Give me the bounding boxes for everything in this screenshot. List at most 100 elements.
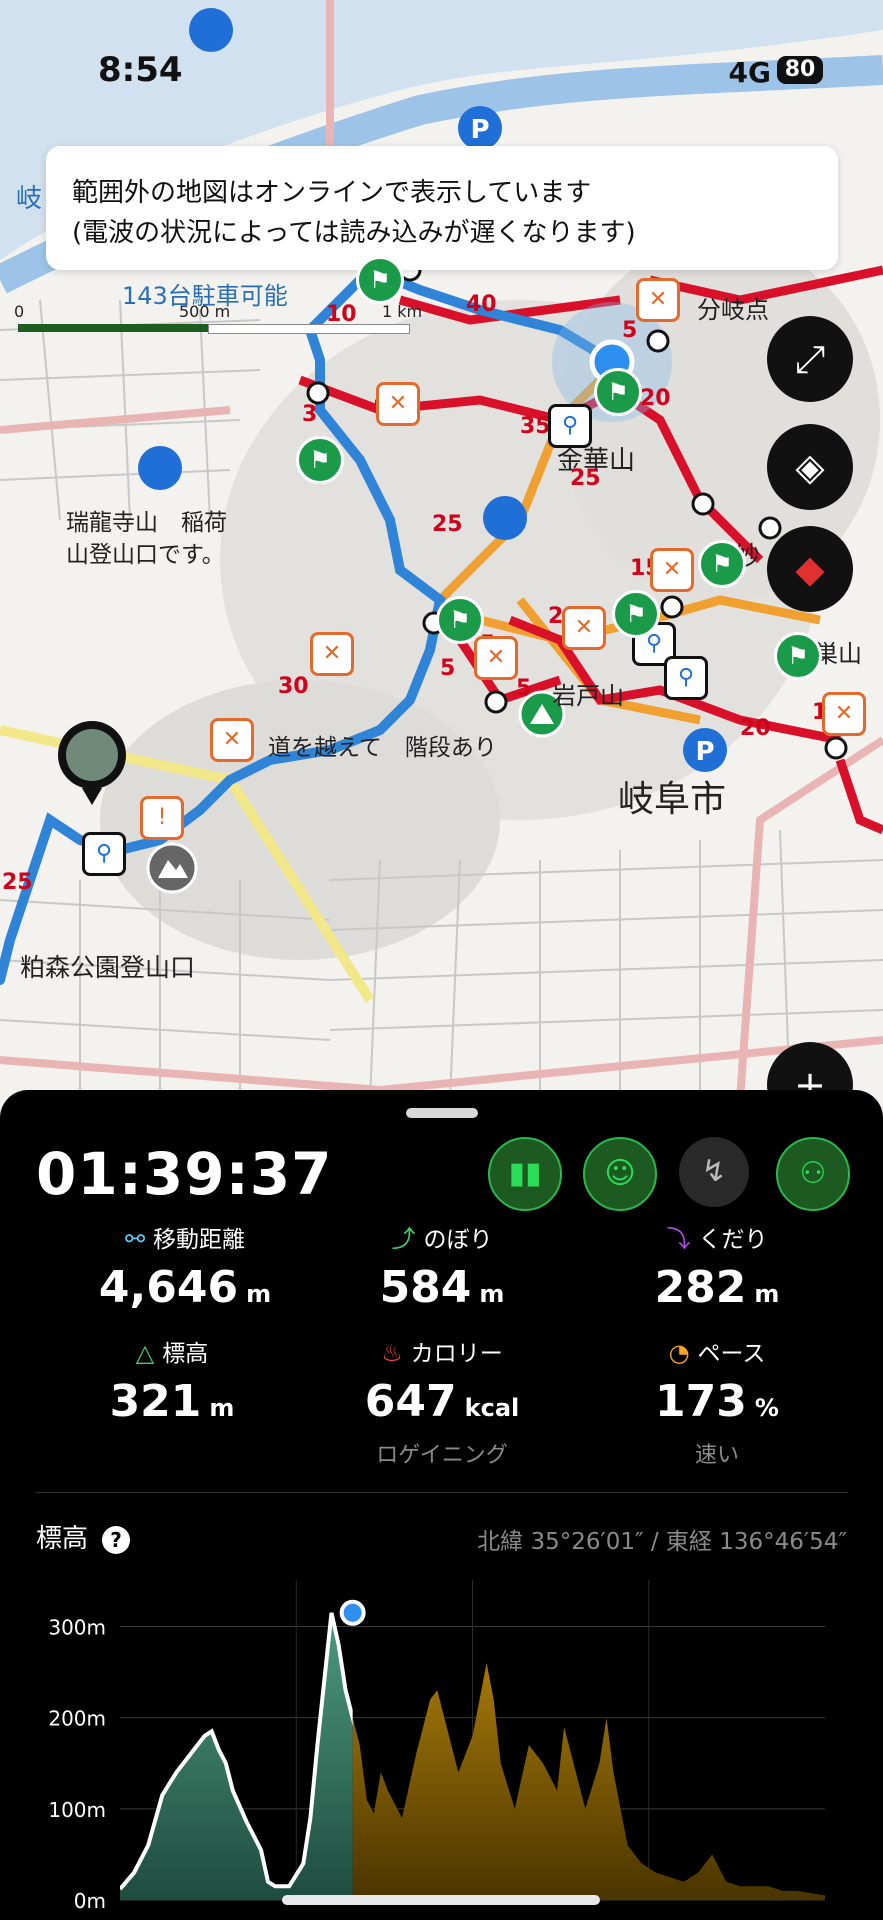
elapsed-time: 01:39:37 — [36, 1140, 333, 1208]
layers-button[interactable]: ◈ — [767, 424, 853, 510]
stat-unit: m — [754, 1280, 780, 1308]
scale-end: 1 km — [382, 302, 423, 321]
group-icon: ⚇ — [799, 1156, 827, 1191]
stat-label: 移動距離 — [153, 1227, 246, 1253]
route-number: 30 — [278, 674, 309, 699]
activity-type: ロゲイニング — [376, 1443, 508, 1468]
stat-unit: % — [754, 1394, 779, 1422]
stat-unit: m — [479, 1280, 505, 1308]
layers-icon: ◈ — [795, 445, 825, 489]
svg-text:P: P — [470, 115, 489, 145]
trail-sign-icon[interactable]: ✕ — [376, 382, 420, 426]
route-number: 25 — [2, 870, 33, 895]
current-coordinates: 北緯 35°26′01″ / 東経 136°46′54″ — [477, 1529, 847, 1555]
trail-sign-icon[interactable]: ✕ — [210, 718, 254, 762]
compass-button[interactable]: ◆ — [767, 526, 853, 612]
route-number: 5 — [622, 318, 638, 343]
speedometer-icon: ◔ — [668, 1339, 690, 1367]
map-label-parking: 143台駐車可能 — [122, 282, 288, 310]
hiker-icon[interactable]: ⚑ — [774, 632, 822, 680]
stat-distance: ⚯ 移動距離 4,646 m — [40, 1222, 330, 1313]
mountain-icon: △ — [135, 1339, 155, 1367]
stat-label: ペース — [697, 1341, 766, 1367]
stat-unit: m — [246, 1280, 272, 1308]
stat-value: 584 — [379, 1262, 472, 1313]
compass-icon: ◆ — [795, 547, 825, 591]
stat-calories: ♨ カロリー 647 kcal ロゲイニング — [297, 1336, 587, 1469]
route-number: 25 — [432, 512, 463, 537]
status-bar: 8:54 4G 80 — [0, 48, 883, 98]
caution-icon[interactable]: ! — [140, 796, 184, 840]
map-label-branch: 分岐点 — [697, 296, 769, 324]
hiker-icon[interactable]: ⚑ — [594, 368, 642, 416]
map-label-zuiryu-2: 山登山口です。 — [66, 542, 225, 568]
section-divider — [36, 1492, 848, 1493]
stat-value: 4,646 — [98, 1262, 239, 1313]
y-tick-label: 0m — [74, 1889, 106, 1913]
stat-unit: m — [209, 1394, 235, 1422]
restroom-icon[interactable]: ⚲ — [548, 404, 592, 448]
map-label-gi: 岐 — [16, 184, 43, 214]
battery-indicator: 80 — [777, 56, 823, 84]
pace-rating: 速い — [694, 1443, 739, 1468]
ascent-icon: ⤴ — [391, 1225, 416, 1253]
route-number: 5 — [440, 656, 456, 681]
descent-icon: ⤵ — [666, 1225, 691, 1253]
restroom-icon[interactable]: ⚲ — [664, 656, 708, 700]
offline-map-banner: 範囲外の地図はオンラインで表示しています (電波の状況によっては読み込みが遅くな… — [46, 146, 838, 270]
hiker-icon[interactable]: ⚑ — [436, 596, 484, 644]
group-button[interactable]: ⚇ — [776, 1137, 850, 1211]
drag-handle[interactable] — [406, 1108, 478, 1118]
map-label-gifu-city: 岐阜市 — [618, 779, 727, 820]
status-time: 8:54 — [98, 50, 183, 90]
trail-sign-icon[interactable]: ✕ — [310, 632, 354, 676]
scale-bar-light — [208, 324, 410, 334]
y-tick-label: 100m — [48, 1798, 106, 1822]
expand-map-button[interactable]: ⤢ — [767, 316, 853, 402]
stat-pace: ◔ ペース 173% 速い — [572, 1336, 862, 1469]
checkpoint-icon: ☺ — [604, 1156, 636, 1191]
elevation-title-text: 標高 — [36, 1524, 89, 1554]
activity-panel: 01:39:37 ▮▮ ☺ ↯ ⚇ ⚯ 移動距離 4,646 m ⤴ のぼり 584 m… — [0, 1090, 883, 1920]
elevation-chart[interactable]: 300m 200m 100m 0m — [0, 1560, 883, 1920]
route-number: 5 — [516, 676, 532, 701]
hiker-icon[interactable]: ⚑ — [698, 540, 746, 588]
stat-descent: ⤵ くだり 282 m — [572, 1222, 862, 1313]
svg-text:P: P — [695, 737, 714, 767]
network-indicator: 4G — [728, 56, 771, 89]
scale-bar-dark — [18, 324, 208, 332]
current-position-marker — [339, 1599, 366, 1626]
stat-unit: kcal — [464, 1394, 520, 1422]
map-label-kashimori: 粕森公園登山口 — [20, 953, 196, 982]
map-label-iwato: 岩戸山 — [552, 682, 624, 710]
route-number: 20 — [740, 716, 771, 741]
trail-sign-icon[interactable]: ✕ — [822, 692, 866, 736]
hiker-icon[interactable]: ⚑ — [296, 436, 344, 484]
route-button[interactable]: ↯ — [679, 1137, 749, 1207]
hiker-icon[interactable]: ⚑ — [356, 256, 404, 304]
trail-sign-icon[interactable]: ✕ — [650, 548, 694, 592]
trail-sign-icon[interactable]: ✕ — [636, 278, 680, 322]
route-number: 10 — [326, 302, 357, 327]
stat-label: カロリー — [410, 1341, 503, 1367]
hiker-icon[interactable]: ⚑ — [612, 590, 660, 638]
stat-ascent: ⤴ のぼり 584 m — [297, 1222, 587, 1313]
stat-label: のぼり — [423, 1227, 493, 1253]
scale-zero: 0 — [14, 302, 25, 321]
restroom-icon[interactable]: ⚲ — [82, 832, 126, 876]
stat-value: 282 — [654, 1262, 747, 1313]
route-number: 40 — [466, 292, 497, 317]
stat-value: 321 — [109, 1376, 202, 1427]
route-number: 25 — [570, 466, 601, 491]
home-indicator — [282, 1895, 600, 1905]
stat-value: 173 — [655, 1376, 747, 1427]
help-icon[interactable]: ? — [102, 1526, 131, 1554]
checkpoint-button[interactable]: ☺ — [583, 1137, 657, 1211]
flame-icon: ♨ — [381, 1339, 403, 1367]
trail-sign-icon[interactable]: ✕ — [562, 606, 606, 650]
battery-saver-button[interactable]: ▮▮ — [488, 1137, 562, 1211]
trail-sign-icon[interactable]: ✕ — [474, 636, 518, 680]
map-view[interactable]: P P 8:54 4G 80 範囲外の地図はオンラインで表示しています (電波の… — [0, 0, 883, 1100]
map-label-zuiryu-1: 瑞龍寺山 稲荷 — [66, 510, 227, 536]
route-number: 35 — [520, 414, 551, 439]
